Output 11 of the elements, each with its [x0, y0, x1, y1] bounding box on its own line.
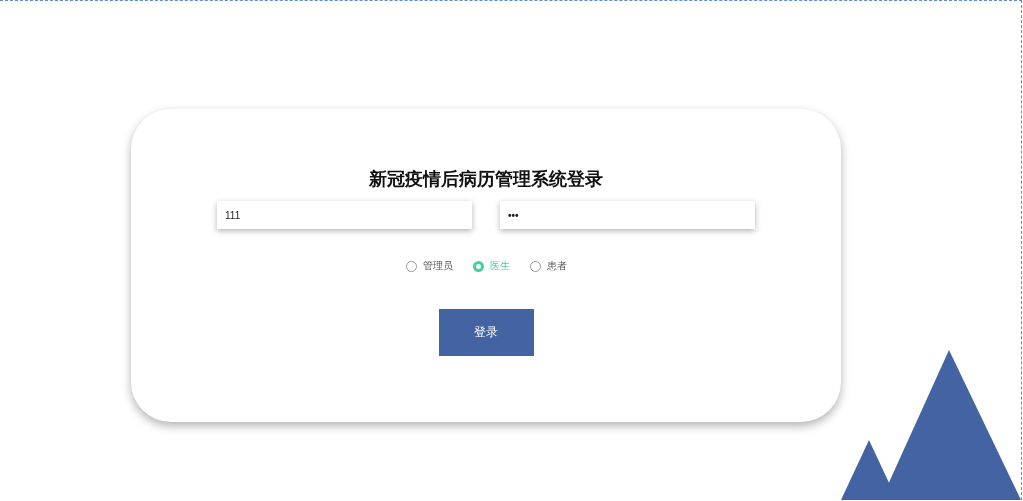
role-label[interactable]: 管理员 — [422, 259, 453, 273]
password-field[interactable]: ••• — [500, 201, 755, 229]
radio-button[interactable] — [529, 260, 541, 272]
role-radio-option[interactable]: 管理员 — [405, 259, 453, 273]
login-title: 新冠疫情后病历管理系统登录 — [369, 167, 603, 191]
radio-button[interactable] — [472, 260, 484, 272]
role-radio-option[interactable]: 患者 — [529, 259, 567, 273]
radio-button[interactable] — [405, 260, 417, 272]
login-button[interactable]: 登录 — [438, 309, 534, 356]
role-label[interactable]: 患者 — [546, 259, 567, 273]
username-field[interactable]: 111 — [217, 201, 472, 229]
